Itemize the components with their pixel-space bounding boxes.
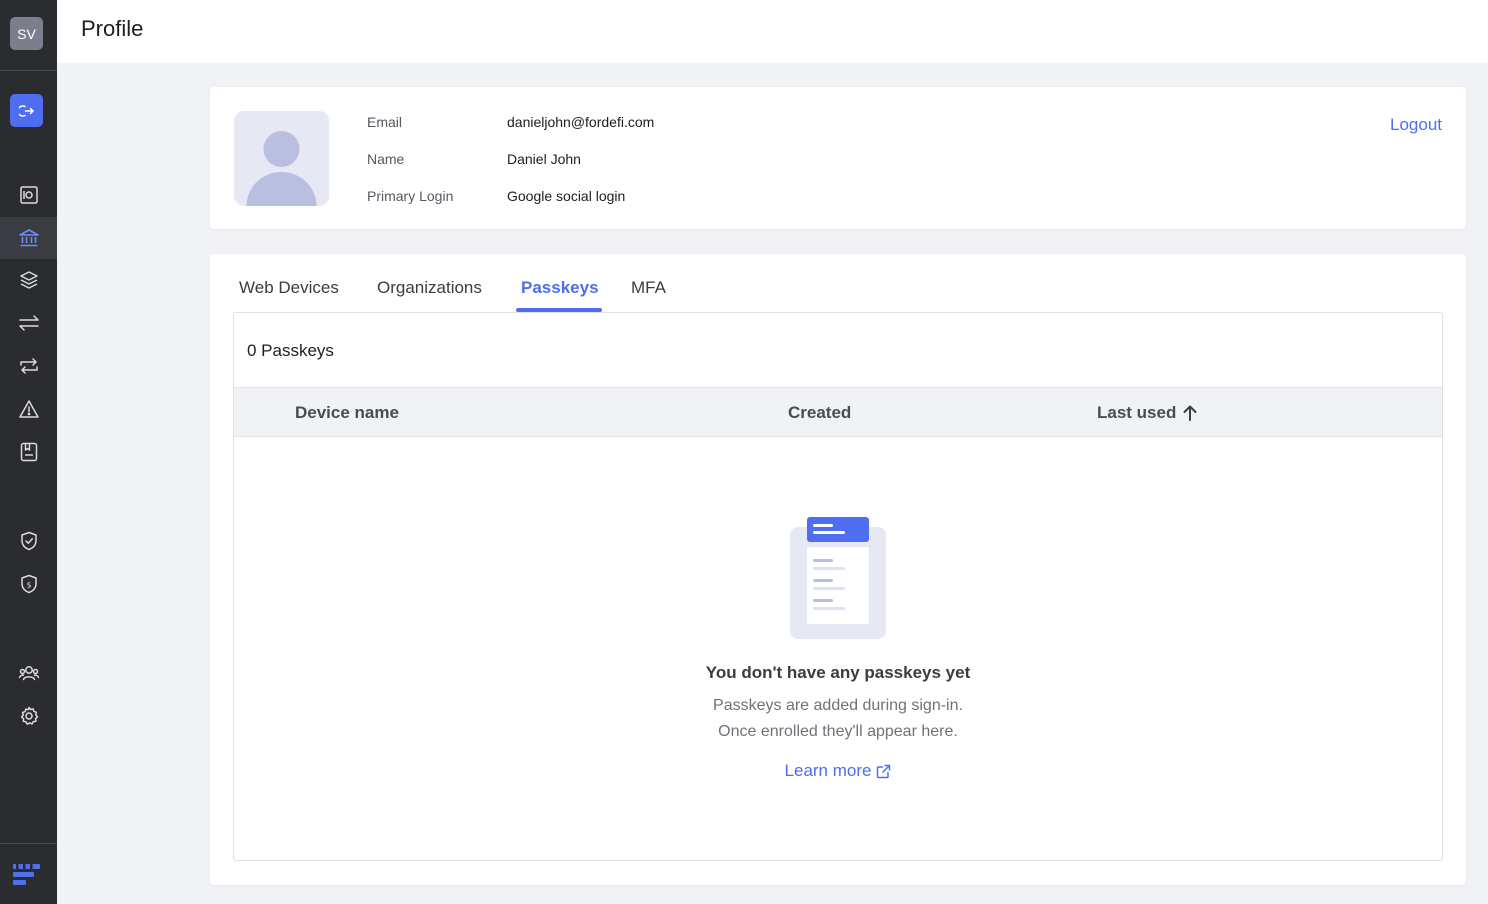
profile-card: Email danieljohn@fordefi.com Name Daniel… xyxy=(210,87,1466,229)
passkeys-panel: 0 Passkeys Device name Created Last used xyxy=(233,312,1443,861)
sidebar-item-swaps[interactable] xyxy=(0,345,57,387)
header: Profile xyxy=(57,0,1488,63)
sidebar-item-billing[interactable]: $ xyxy=(0,563,57,605)
brand-logo-icon xyxy=(13,864,40,885)
tab-mfa[interactable]: MFA xyxy=(631,278,666,298)
sidebar: SV $ xyxy=(0,0,57,904)
users-icon xyxy=(18,666,39,681)
sidebar-item-vaults[interactable] xyxy=(0,174,57,216)
layers-icon xyxy=(19,271,38,289)
warning-icon xyxy=(18,400,39,418)
sidebar-divider xyxy=(0,843,57,844)
column-last-used[interactable]: Last used xyxy=(1097,403,1198,423)
tab-web-devices[interactable]: Web Devices xyxy=(239,278,339,298)
shield-check-icon xyxy=(20,531,37,551)
sidebar-item-transactions[interactable] xyxy=(0,302,57,344)
sidebar-item-address-book[interactable] xyxy=(0,431,57,473)
sidebar-item-assets[interactable] xyxy=(0,217,57,259)
passkeys-count: 0 Passkeys xyxy=(247,341,334,360)
external-link-icon xyxy=(877,764,891,778)
empty-state-title: You don't have any passkeys yet xyxy=(705,663,971,682)
exit-icon xyxy=(18,104,34,117)
column-device-name[interactable]: Device name xyxy=(295,403,399,423)
column-last-used-label: Last used xyxy=(1097,403,1177,422)
bank-icon xyxy=(18,229,39,247)
learn-more-label: Learn more xyxy=(784,761,872,780)
gear-icon xyxy=(20,706,38,725)
security-tabs-card: Web Devices Organizations Passkeys MFA 0… xyxy=(210,254,1466,885)
book-icon xyxy=(20,442,37,462)
profile-avatar xyxy=(234,111,329,206)
primary-login-value: Google social login xyxy=(507,188,626,204)
user-placeholder-icon xyxy=(246,131,317,206)
tab-organizations[interactable]: Organizations xyxy=(377,278,482,298)
tab-passkeys[interactable]: Passkeys xyxy=(521,278,599,298)
name-label: Name xyxy=(367,151,405,167)
page-title: Profile xyxy=(81,16,144,41)
sidebar-item-policies[interactable] xyxy=(0,520,57,562)
sidebar-item-users[interactable] xyxy=(0,652,57,694)
switch-account-button[interactable] xyxy=(10,94,43,127)
column-created[interactable]: Created xyxy=(788,403,851,423)
learn-more-link[interactable]: Learn more xyxy=(785,761,892,781)
empty-state-text-line-1: Passkeys are added during sign-in. xyxy=(713,697,963,714)
email-value: danieljohn@fordefi.com xyxy=(507,114,655,130)
sidebar-divider xyxy=(0,70,57,71)
learn-more-row: Learn more xyxy=(234,761,1442,781)
sidebar-item-layers[interactable] xyxy=(0,259,57,301)
sidebar-item-settings[interactable] xyxy=(0,695,57,737)
email-label: Email xyxy=(367,114,403,130)
logout-link[interactable]: Logout xyxy=(1390,115,1442,135)
empty-state-text-line-2: Once enrolled they'll appear here. xyxy=(718,723,958,740)
vault-icon xyxy=(19,186,38,204)
sort-ascending-icon xyxy=(1183,405,1197,421)
name-value: Daniel John xyxy=(507,151,581,167)
table-header: Device name Created Last used xyxy=(234,387,1442,437)
shield-dollar-icon: $ xyxy=(20,574,37,594)
transfer-icon xyxy=(18,315,39,331)
primary-login-label: Primary Login xyxy=(367,188,454,204)
svg-text:$: $ xyxy=(26,581,31,590)
sidebar-item-alerts[interactable] xyxy=(0,388,57,430)
empty-list-illustration xyxy=(790,517,886,639)
user-avatar[interactable]: SV xyxy=(10,17,43,50)
repeat-icon xyxy=(19,358,38,374)
